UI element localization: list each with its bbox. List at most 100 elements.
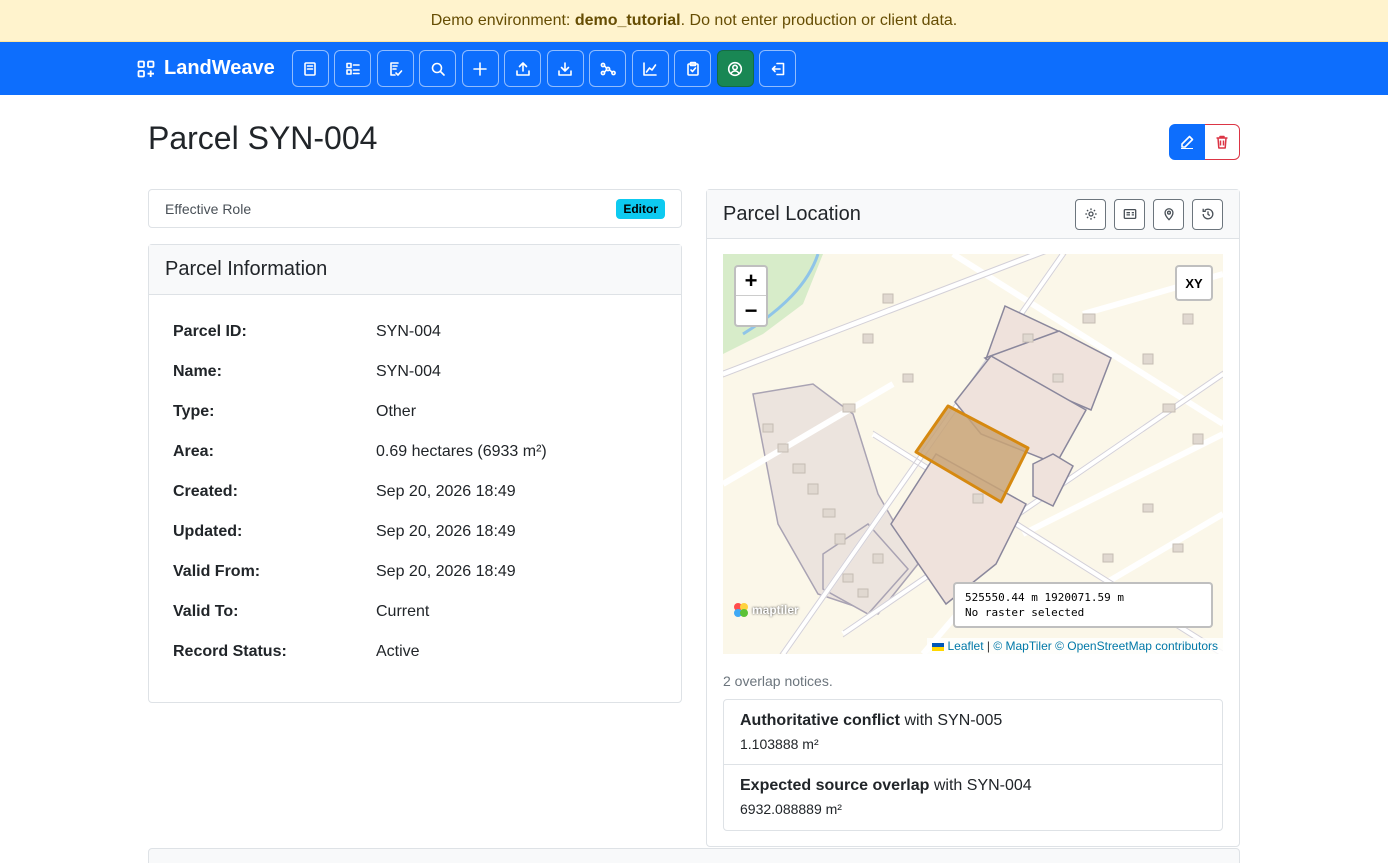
upload-icon [515,61,530,76]
info-value: SYN-004 [376,363,441,380]
info-key: Parcel ID: [173,323,247,340]
info-value: Active [376,643,420,660]
banner-env: demo_tutorial [574,11,681,29]
map-pin-icon [1163,208,1174,221]
checklist-icon [390,61,403,76]
account-icon [728,61,743,76]
info-row-created: Created: Sep 20, 2026 18:49 [173,472,657,512]
info-value: 0.69 hectares (6933 m²) [376,443,547,460]
demo-environment-banner: Demo environment: demo_tutorial. Do not … [0,0,1388,42]
overlap-area: 6932.088889 m² [740,801,842,817]
info-key: Valid To: [173,603,239,620]
leaflet-link[interactable]: Leaflet [948,639,984,653]
info-value: Sep 20, 2026 18:49 [376,563,516,580]
nav-network-button[interactable] [589,50,627,87]
next-card-header [148,848,1240,863]
trash-icon [1216,135,1228,149]
map-locate-button[interactable] [1153,198,1184,230]
maptiler-logo-icon [734,603,748,617]
delete-button[interactable] [1205,124,1240,160]
info-key: Area: [173,443,214,460]
brand-link[interactable]: LandWeave [137,57,275,80]
info-key: Created: [173,483,238,500]
logout-icon [771,62,785,75]
parcel-information-card: Parcel Information Parcel ID: SYN-004 Nam… [148,244,682,703]
nav-logout-button[interactable] [759,50,797,87]
list-item: Authoritative conflict with SYN-005 1.10… [724,700,1222,765]
effective-role-card: Effective Role Editor [148,189,682,228]
parcel-information-list: Parcel ID: SYN-004 Name: SYN-004 Type: Othe… [149,295,681,672]
overlap-with: with SYN-005 [900,712,1003,729]
nav-search-button[interactable] [419,50,457,87]
map-toolbar [1067,198,1223,230]
top-navbar: LandWeave [0,42,1388,95]
role-badge: Editor [616,198,665,219]
brand-name: LandWeave [164,57,275,79]
list-item: Expected source overlap with SYN-004 693… [724,765,1222,830]
info-key: Type: [173,403,215,420]
nav-add-button[interactable] [461,50,499,87]
maptiler-osm-link[interactable]: © MapTiler © OpenStreetMap contributors [993,639,1218,653]
nav-checklist-button[interactable] [376,50,414,87]
map-zoom-control: + − [734,265,768,327]
network-icon [600,62,616,75]
nav-list-button[interactable] [334,50,372,87]
info-value: SYN-004 [376,323,441,340]
info-key: Name: [173,363,222,380]
overlap-area: 1.103888 m² [740,736,819,752]
overlap-count: 2 overlap notices. [723,673,833,689]
coordinate-readout: 525550.44 m 1920071.59 m No raster selec… [953,582,1213,628]
info-key: Record Status: [173,643,287,660]
nav-upload-button[interactable] [504,50,542,87]
overlap-with: with SYN-004 [929,777,1032,794]
parcel-actions [1169,124,1240,160]
zoom-out-button[interactable]: − [736,296,766,325]
zoom-in-button[interactable]: + [736,267,766,296]
info-key: Updated: [173,523,243,540]
info-row-area: Area: 0.69 hectares (6933 m²) [173,432,657,472]
clipboard-icon [686,61,699,76]
info-row-type: Type: Other [173,392,657,432]
parcel-map[interactable]: + − XY maptiler 525550.44 m 1920071.59 m… [723,254,1223,654]
map-history-button[interactable] [1192,198,1223,230]
map-card-info-button[interactable] [1114,198,1145,230]
banner-suffix: . Do not enter production or client data… [680,11,958,29]
nav-download-button[interactable] [546,50,584,87]
info-row-valid-from: Valid From: Sep 20, 2026 18:49 [173,552,657,592]
info-row-valid-to: Valid To: Current [173,592,657,632]
book-icon [304,61,317,76]
plus-icon [473,61,488,76]
pencil-icon [1181,135,1194,149]
banner-prefix: Demo environment: [430,11,571,29]
nav-clipboard-button[interactable] [674,50,712,87]
chart-icon [643,61,658,76]
info-value: Current [376,603,430,620]
maptiler-logo[interactable]: maptiler [733,602,799,618]
apps-icon [137,60,155,77]
nav-docs-button[interactable] [291,50,329,87]
xy-coordinate-toggle[interactable]: XY [1175,265,1213,301]
maptiler-logo-text: maptiler [752,603,799,617]
overlap-kind: Expected source overlap [740,777,930,794]
overlap-list: Authoritative conflict with SYN-005 1.10… [723,699,1223,831]
raster-status: No raster selected [965,606,1085,619]
info-value: Other [376,403,417,420]
coordinate-value: 525550.44 m 1920071.59 m [965,591,1124,604]
attribution-separator: | [983,639,994,653]
history-icon [1202,208,1213,220]
list-icon [345,62,360,75]
map-attribution: Leaflet | © MapTiler © OpenStreetMap con… [927,638,1223,654]
info-row-updated: Updated: Sep 20, 2026 18:49 [173,512,657,552]
nav-chart-button[interactable] [631,50,669,87]
info-row-record-status: Record Status: Active [173,632,657,672]
download-icon [558,61,573,76]
edit-button[interactable] [1169,124,1205,160]
info-value: Sep 20, 2026 18:49 [376,523,516,540]
map-settings-button[interactable] [1075,198,1106,230]
info-row-name: Name: SYN-004 [173,352,657,392]
info-value: Sep 20, 2026 18:49 [376,483,516,500]
parcel-information-header: Parcel Information [149,245,681,295]
id-card-icon [1123,208,1136,220]
nav-account-button[interactable] [716,50,754,87]
effective-role-label: Effective Role [165,200,252,217]
